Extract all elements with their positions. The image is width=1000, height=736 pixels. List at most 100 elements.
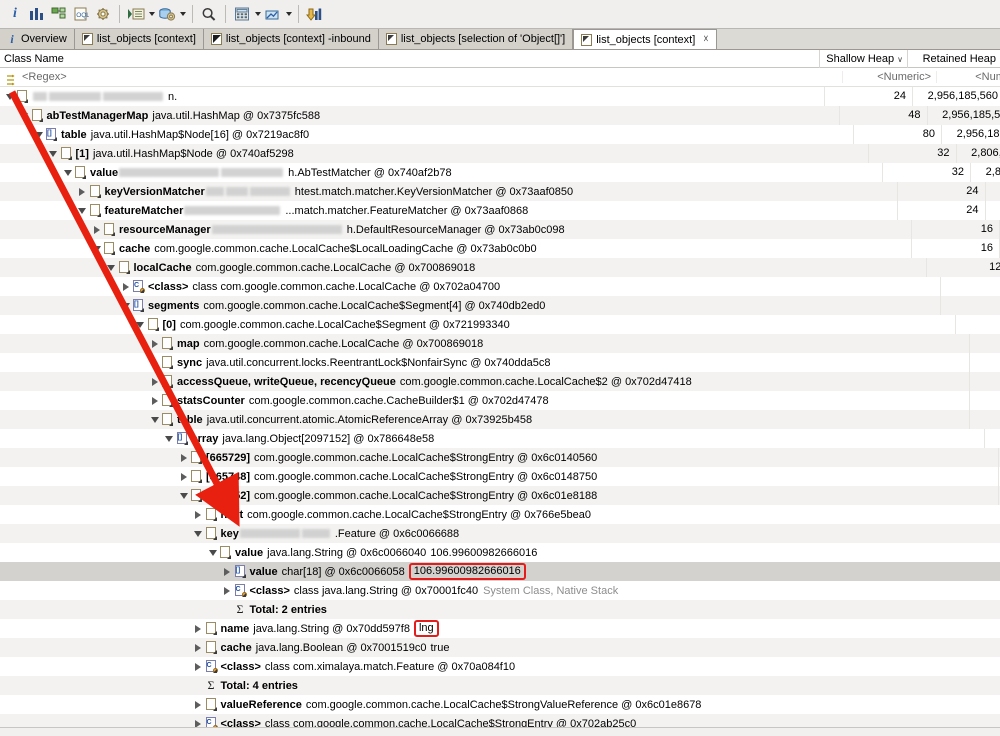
tree-row-class-name[interactable]: sync java.util.concurrent.locks.Reentrant… xyxy=(0,353,969,372)
tree-row[interactable]: localCache com.google.common.cache.LocalC… xyxy=(0,258,1000,277)
tree-row-class-name[interactable]: statsCounter com.google.common.cache.Cach… xyxy=(0,391,969,410)
expander-open-icon[interactable] xyxy=(207,547,218,558)
tree-row[interactable]: value h.AbTestMatcher @ 0x740af2b78 322,80… xyxy=(0,163,1000,182)
chevron-down-icon-2[interactable] xyxy=(178,3,187,25)
tree-row-class-name[interactable]: cache com.google.common.cache.LocalCache$… xyxy=(0,239,911,258)
tree-row-class-name[interactable]: Σ Total: 4 entries xyxy=(0,676,1000,695)
tree-row[interactable]: featureMatcher ...match.matcher.FeatureMa… xyxy=(0,201,1000,220)
tree-row[interactable]: namejava.lang.String @ 0x70dd597f8lng244… xyxy=(0,619,1000,638)
expander-closed-icon[interactable] xyxy=(222,566,233,577)
tree-row-class-name[interactable]: C <class> class java.lang.String @ 0x70001… xyxy=(0,581,1000,600)
tree-row-class-name[interactable]: value java.lang.String @ 0x6c0066040 106.… xyxy=(0,543,1000,562)
tree-row-class-name[interactable]: next com.google.common.cache.LocalCache$S… xyxy=(0,505,1000,524)
column-header-class-name[interactable]: Class Name xyxy=(0,49,820,68)
tree-row-class-name[interactable]: name java.lang.String @ 0x70dd597f8 lng xyxy=(0,619,1000,638)
tree-row-class-name[interactable]: key .Feature @ 0x6c0066688 xyxy=(0,524,1000,543)
inspector-gear-icon[interactable] xyxy=(92,3,114,25)
tree-row-class-name[interactable]: C <class> class com.ximalaya.match.Feature… xyxy=(0,657,1000,676)
tree-row-class-name[interactable]: [665729] com.google.common.cache.LocalCac… xyxy=(0,448,998,467)
tree-row[interactable]: sync java.util.concurrent.locks.Reentrant… xyxy=(0,353,1000,372)
tree-row-class-name[interactable]: n. xyxy=(0,87,824,106)
tree-row[interactable]: resourceManager h.DefaultResourceManager … xyxy=(0,220,1000,239)
histogram-icon[interactable] xyxy=(26,3,48,25)
tree-row-class-name[interactable]: resourceManager h.DefaultResourceManager … xyxy=(0,220,911,239)
expander-open-icon[interactable] xyxy=(19,110,30,121)
tree-row-class-name[interactable]: [365748] com.google.common.cache.LocalCac… xyxy=(0,467,998,486)
calculator-icon[interactable] xyxy=(231,3,253,25)
tree-row-class-name[interactable]: [] value char[18] @ 0x6c0066058 106.9960098… xyxy=(0,562,1000,581)
tree-row[interactable]: [365748] com.google.common.cache.LocalCac… xyxy=(0,467,1000,486)
oql-icon[interactable]: OQL xyxy=(70,3,92,25)
run-expert-system-test-icon[interactable] xyxy=(125,3,147,25)
tree-row[interactable]: accessQueue, writeQueue, recencyQueue com… xyxy=(0,372,1000,391)
expander-open-icon[interactable] xyxy=(4,91,15,102)
info-icon[interactable]: i xyxy=(4,3,26,25)
filter-shallow-heap-cell[interactable]: <Numeric> xyxy=(842,71,936,83)
expander-closed-icon[interactable] xyxy=(193,509,204,520)
tree-row-class-name[interactable]: [0] com.google.common.cache.LocalCache$Se… xyxy=(0,315,955,334)
object-tree[interactable]: n. 24 2,956,185,560 abTestManagerMap java.ut… xyxy=(0,87,1000,736)
tree-row-class-name[interactable]: table java.util.concurrent.atomic.AtomicR… xyxy=(0,410,969,429)
tree-row[interactable]: [] array java.lang.Object[2097152] @ 0x786… xyxy=(0,429,1000,448)
expander-closed-icon[interactable] xyxy=(91,224,102,235)
tree-row[interactable]: [0] com.google.common.cache.LocalCache$Se… xyxy=(0,315,1000,334)
expander-closed-icon[interactable] xyxy=(149,357,160,368)
expander-open-icon[interactable] xyxy=(62,167,73,178)
tree-row[interactable]: [1] java.util.HashMap$Node @ 0x740af5298 3… xyxy=(0,144,1000,163)
tree-row-class-name[interactable]: [1] java.util.HashMap$Node @ 0x740af5298 xyxy=(0,144,868,163)
tree-row-class-name[interactable]: [] table java.util.HashMap$Node[16] @ 0x72… xyxy=(0,125,853,144)
tree-row-class-name[interactable]: featureMatcher ...match.matcher.FeatureMa… xyxy=(0,201,897,220)
tree-row-class-name[interactable]: Σ Total: 2 entries xyxy=(0,600,1000,619)
expander-closed-icon[interactable] xyxy=(222,585,233,596)
tree-row-class-name[interactable]: localCache com.google.common.cache.LocalC… xyxy=(0,258,926,277)
expander-closed-icon[interactable] xyxy=(149,376,160,387)
tree-row[interactable]: key.Feature @ 0x6c006668824104 xyxy=(0,524,1000,543)
close-icon[interactable]: ☓ xyxy=(703,34,708,45)
expander-closed-icon[interactable] xyxy=(149,395,160,406)
tree-row[interactable]: abTestManagerMap java.util.HashMap @ 0x73… xyxy=(0,106,1000,125)
tree-row[interactable]: valueReference com.google.common.cache.Lo… xyxy=(0,695,1000,714)
tree-row[interactable]: C <class> class java.lang.String @ 0x70001… xyxy=(0,581,1000,600)
expander-open-icon[interactable] xyxy=(106,262,117,273)
tree-row[interactable]: table java.util.concurrent.atomic.AtomicR… xyxy=(0,410,1000,429)
tree-row[interactable]: [665729] com.google.common.cache.LocalCac… xyxy=(0,448,1000,467)
query-browser-icon[interactable] xyxy=(156,3,178,25)
expander-closed-icon[interactable] xyxy=(193,623,204,634)
chevron-down-icon-4[interactable] xyxy=(284,3,293,25)
tab-list-objects-context-active[interactable]: list_objects [context] ☓ xyxy=(573,29,717,49)
expander-open-icon[interactable] xyxy=(135,319,146,330)
tree-row-class-name[interactable]: [] array java.lang.Object[2097152] @ 0x786… xyxy=(0,429,984,448)
tree-row[interactable]: C <class> class com.google.common.cache.Lo… xyxy=(0,277,1000,296)
tree-row[interactable]: keyVersionMatcher htest.match.matcher.Key… xyxy=(0,182,1000,201)
dominator-tree-icon[interactable] xyxy=(48,3,70,25)
expander-closed-icon[interactable] xyxy=(193,661,204,672)
tree-row-class-name[interactable]: accessQueue, writeQueue, recencyQueue com… xyxy=(0,372,969,391)
tree-row[interactable]: statsCounter com.google.common.cache.Cach… xyxy=(0,391,1000,410)
tree-row-class-name[interactable]: [950652] com.google.common.cache.LocalCac… xyxy=(0,486,998,505)
tree-row[interactable]: C <class> class com.ximalaya.match.Feature… xyxy=(0,657,1000,676)
expander-open-icon[interactable] xyxy=(178,490,189,501)
tree-row-class-name[interactable]: abTestManagerMap java.util.HashMap @ 0x73… xyxy=(0,106,839,125)
tree-row-class-name[interactable]: value h.AbTestMatcher @ 0x740af2b78 xyxy=(0,163,882,182)
tree-row-class-name[interactable]: keyVersionMatcher htest.match.matcher.Key… xyxy=(0,182,897,201)
tree-row[interactable]: Σ Total: 4 entries xyxy=(0,676,1000,695)
tree-row[interactable]: [950652] com.google.common.cache.LocalCac… xyxy=(0,486,1000,505)
expander-open-icon[interactable] xyxy=(149,414,160,425)
tree-row[interactable]: map com.google.common.cache.LocalCache @ … xyxy=(0,334,1000,353)
tree-row-class-name[interactable]: valueReference com.google.common.cache.Lo… xyxy=(0,695,1000,714)
filter-retained-heap-cell[interactable]: <Numeric> xyxy=(936,71,1000,83)
expander-closed-icon[interactable] xyxy=(77,186,88,197)
expander-open-icon[interactable] xyxy=(164,433,175,444)
expander-closed-icon[interactable] xyxy=(193,699,204,710)
tree-row-class-name[interactable]: cache java.lang.Boolean @ 0x7001519c0 tru… xyxy=(0,638,1000,657)
chevron-down-icon-3[interactable] xyxy=(253,3,262,25)
expander-open-icon[interactable] xyxy=(91,243,102,254)
tree-row[interactable]: [] table java.util.HashMap$Node[16] @ 0x72… xyxy=(0,125,1000,144)
tree-row-class-name[interactable]: map com.google.common.cache.LocalCache @ … xyxy=(0,334,969,353)
expander-open-icon[interactable] xyxy=(33,129,44,140)
tree-row[interactable]: next com.google.common.cache.LocalCache$S… xyxy=(0,505,1000,524)
tab-list-objects-context-inbound[interactable]: list_objects [context] -inbound xyxy=(203,29,379,49)
tab-list-objects-context-1[interactable]: list_objects [context] xyxy=(74,29,204,49)
expander-closed-icon[interactable] xyxy=(193,642,204,653)
expander-closed-icon[interactable] xyxy=(178,452,189,463)
